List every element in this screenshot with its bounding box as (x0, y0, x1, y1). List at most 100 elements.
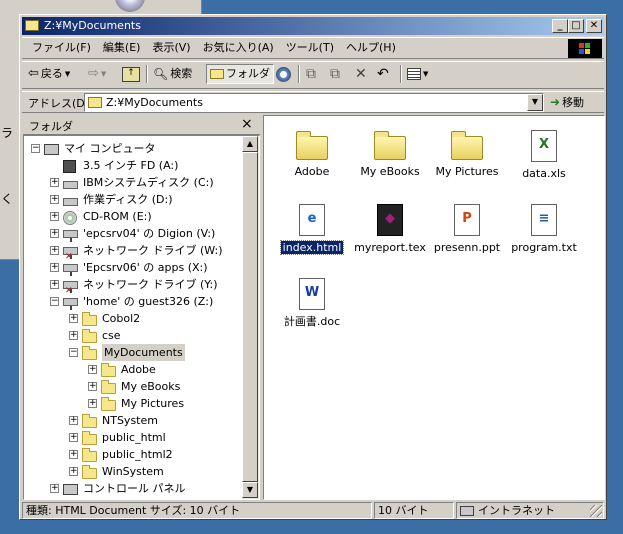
expand-toggle[interactable]: + (69, 416, 78, 425)
expand-toggle[interactable]: + (50, 212, 59, 221)
file-item[interactable]: ≡ program.txt (504, 204, 584, 255)
copy-to-button[interactable]: ⧉ (330, 64, 340, 84)
expand-toggle[interactable]: + (88, 382, 97, 391)
resize-grip[interactable] (590, 505, 602, 517)
close-icon[interactable]: × (241, 116, 253, 132)
tree-item[interactable]: MyDocuments (82, 344, 185, 361)
back-button[interactable]: ⇦ 戻る ▼ (28, 64, 70, 84)
expand-toggle[interactable]: − (69, 348, 78, 357)
tree-item-label: My eBooks (121, 380, 181, 393)
file-item[interactable]: My eBooks (350, 130, 430, 179)
folder-icon (101, 379, 117, 394)
tree-item[interactable]: 'home' の guest326 (Z:) (63, 293, 213, 310)
expand-toggle[interactable]: + (50, 195, 59, 204)
move-to-button[interactable]: ⧉ (306, 64, 316, 84)
expand-toggle[interactable]: + (50, 178, 59, 187)
address-label: アドレス(D) (28, 97, 90, 110)
tree-item[interactable]: 'Epcsrv06' の apps (X:) (63, 259, 208, 276)
tree-scrollbar[interactable]: ▲ ▼ (242, 136, 259, 499)
tree-item[interactable]: Cobol2 (82, 310, 140, 327)
expand-toggle[interactable]: + (88, 365, 97, 374)
html-file-icon: e (299, 204, 325, 236)
forward-button[interactable]: ⇨ ▼ (88, 64, 106, 84)
file-item[interactable]: Xdata.xls (504, 130, 584, 181)
address-input[interactable]: Z:¥MyDocuments ▼ (84, 93, 544, 112)
close-button[interactable]: ✕ (586, 19, 602, 33)
tree-item[interactable]: cse (82, 327, 121, 344)
expand-toggle[interactable]: + (69, 467, 78, 476)
expand-toggle[interactable]: + (50, 229, 59, 238)
scroll-down-button[interactable]: ▼ (242, 482, 258, 498)
up-folder-button[interactable]: ↑ (122, 64, 140, 84)
menu-view[interactable]: 表示(V) (146, 38, 196, 57)
history-icon (276, 66, 291, 82)
file-item-label: program.txt (511, 241, 577, 254)
expand-toggle[interactable]: + (88, 399, 97, 408)
folder-icon (82, 464, 98, 479)
tree-item[interactable]: 作業ディスク (D:) (63, 191, 173, 208)
menu-favorites[interactable]: お気に入り(A) (197, 38, 280, 57)
tree-item[interactable]: CD-ROM (E:) (63, 208, 152, 225)
history-button[interactable] (276, 64, 291, 84)
tree-item[interactable]: IBMシステムディスク (C:) (63, 174, 214, 191)
cd-drive-icon (63, 210, 79, 225)
tree-item[interactable]: 'epcsrv04' の Digion (V:) (63, 225, 215, 242)
scroll-up-button[interactable]: ▲ (242, 136, 258, 152)
tree-item-label: WinSystem (102, 465, 164, 478)
file-item[interactable]: Adobe (272, 130, 352, 179)
go-button[interactable]: ➜ 移動 (550, 94, 584, 110)
tree-item[interactable]: Adobe (101, 361, 156, 378)
file-item[interactable]: ◆ myreport.tex (350, 204, 430, 255)
menu-file[interactable]: ファイル(F) (26, 38, 97, 57)
tree-item[interactable]: ネットワーク ドライブ (Y:) (63, 276, 218, 296)
back-label: 戻る (40, 67, 63, 80)
expand-toggle[interactable]: + (50, 246, 59, 255)
status-zone: イントラネット (456, 502, 604, 519)
undo-button[interactable]: ↶ (377, 64, 389, 84)
tree-item-label: My Pictures (121, 397, 185, 410)
tree-item[interactable]: WinSystem (82, 463, 164, 480)
file-item[interactable]: e index.html (272, 204, 352, 255)
minimize-button[interactable]: _ (552, 19, 568, 33)
scroll-thumb[interactable] (242, 152, 258, 482)
status-size: 10 バイト (374, 502, 454, 519)
chevron-down-icon: ▼ (423, 70, 429, 78)
tree-item[interactable]: public_html (82, 429, 166, 446)
expand-toggle[interactable]: − (50, 297, 59, 306)
expand-toggle[interactable]: + (69, 331, 78, 340)
toolbar-separator (146, 65, 148, 83)
tree-item[interactable]: My Pictures (101, 395, 184, 412)
tree-item[interactable]: My eBooks (101, 378, 180, 395)
tree-item[interactable]: 3.5 インチ FD (A:) (63, 157, 178, 174)
file-item[interactable]: W 計画書.doc (272, 278, 352, 329)
tree-item[interactable]: NTSystem (82, 412, 158, 429)
tree-item[interactable]: public_html2 (82, 446, 173, 463)
expand-toggle[interactable]: + (50, 484, 59, 493)
folder-icon (451, 131, 483, 160)
expand-toggle[interactable]: + (50, 263, 59, 272)
views-button[interactable]: ▼ (407, 64, 428, 84)
expand-toggle[interactable]: − (31, 144, 40, 153)
menu-edit[interactable]: 編集(E) (97, 38, 147, 57)
expand-toggle[interactable]: + (69, 450, 78, 459)
address-dropdown-button[interactable]: ▼ (527, 94, 543, 111)
search-button[interactable]: 🔍︎ 検索 (153, 64, 192, 84)
expand-toggle[interactable]: + (50, 280, 59, 289)
tree-item[interactable]: マイ コンピュータ (44, 140, 156, 157)
file-item-label: Adobe (294, 165, 330, 178)
tree-item-label: IBMシステムディスク (C:) (83, 176, 214, 189)
maximize-button[interactable]: □ (568, 19, 584, 33)
menu-help[interactable]: ヘルプ(H) (340, 38, 402, 57)
tree-item[interactable]: ネットワーク ドライブ (W:) (63, 242, 223, 262)
title-bar[interactable]: Z:¥MyDocuments _ □ ✕ (22, 17, 604, 35)
file-item[interactable]: My Pictures (427, 130, 507, 179)
file-item-label: myreport.tex (354, 241, 426, 254)
folders-button[interactable]: フォルダ (206, 64, 274, 84)
tree-item[interactable]: コントロール パネル (63, 480, 186, 497)
delete-button[interactable]: ✕ (355, 64, 367, 84)
expand-toggle[interactable]: + (69, 433, 78, 442)
menu-tools[interactable]: ツール(T) (280, 38, 340, 57)
expand-toggle[interactable]: + (69, 314, 78, 323)
file-item[interactable]: Ppresenn.ppt (427, 204, 507, 255)
open-folder-icon (82, 345, 98, 360)
